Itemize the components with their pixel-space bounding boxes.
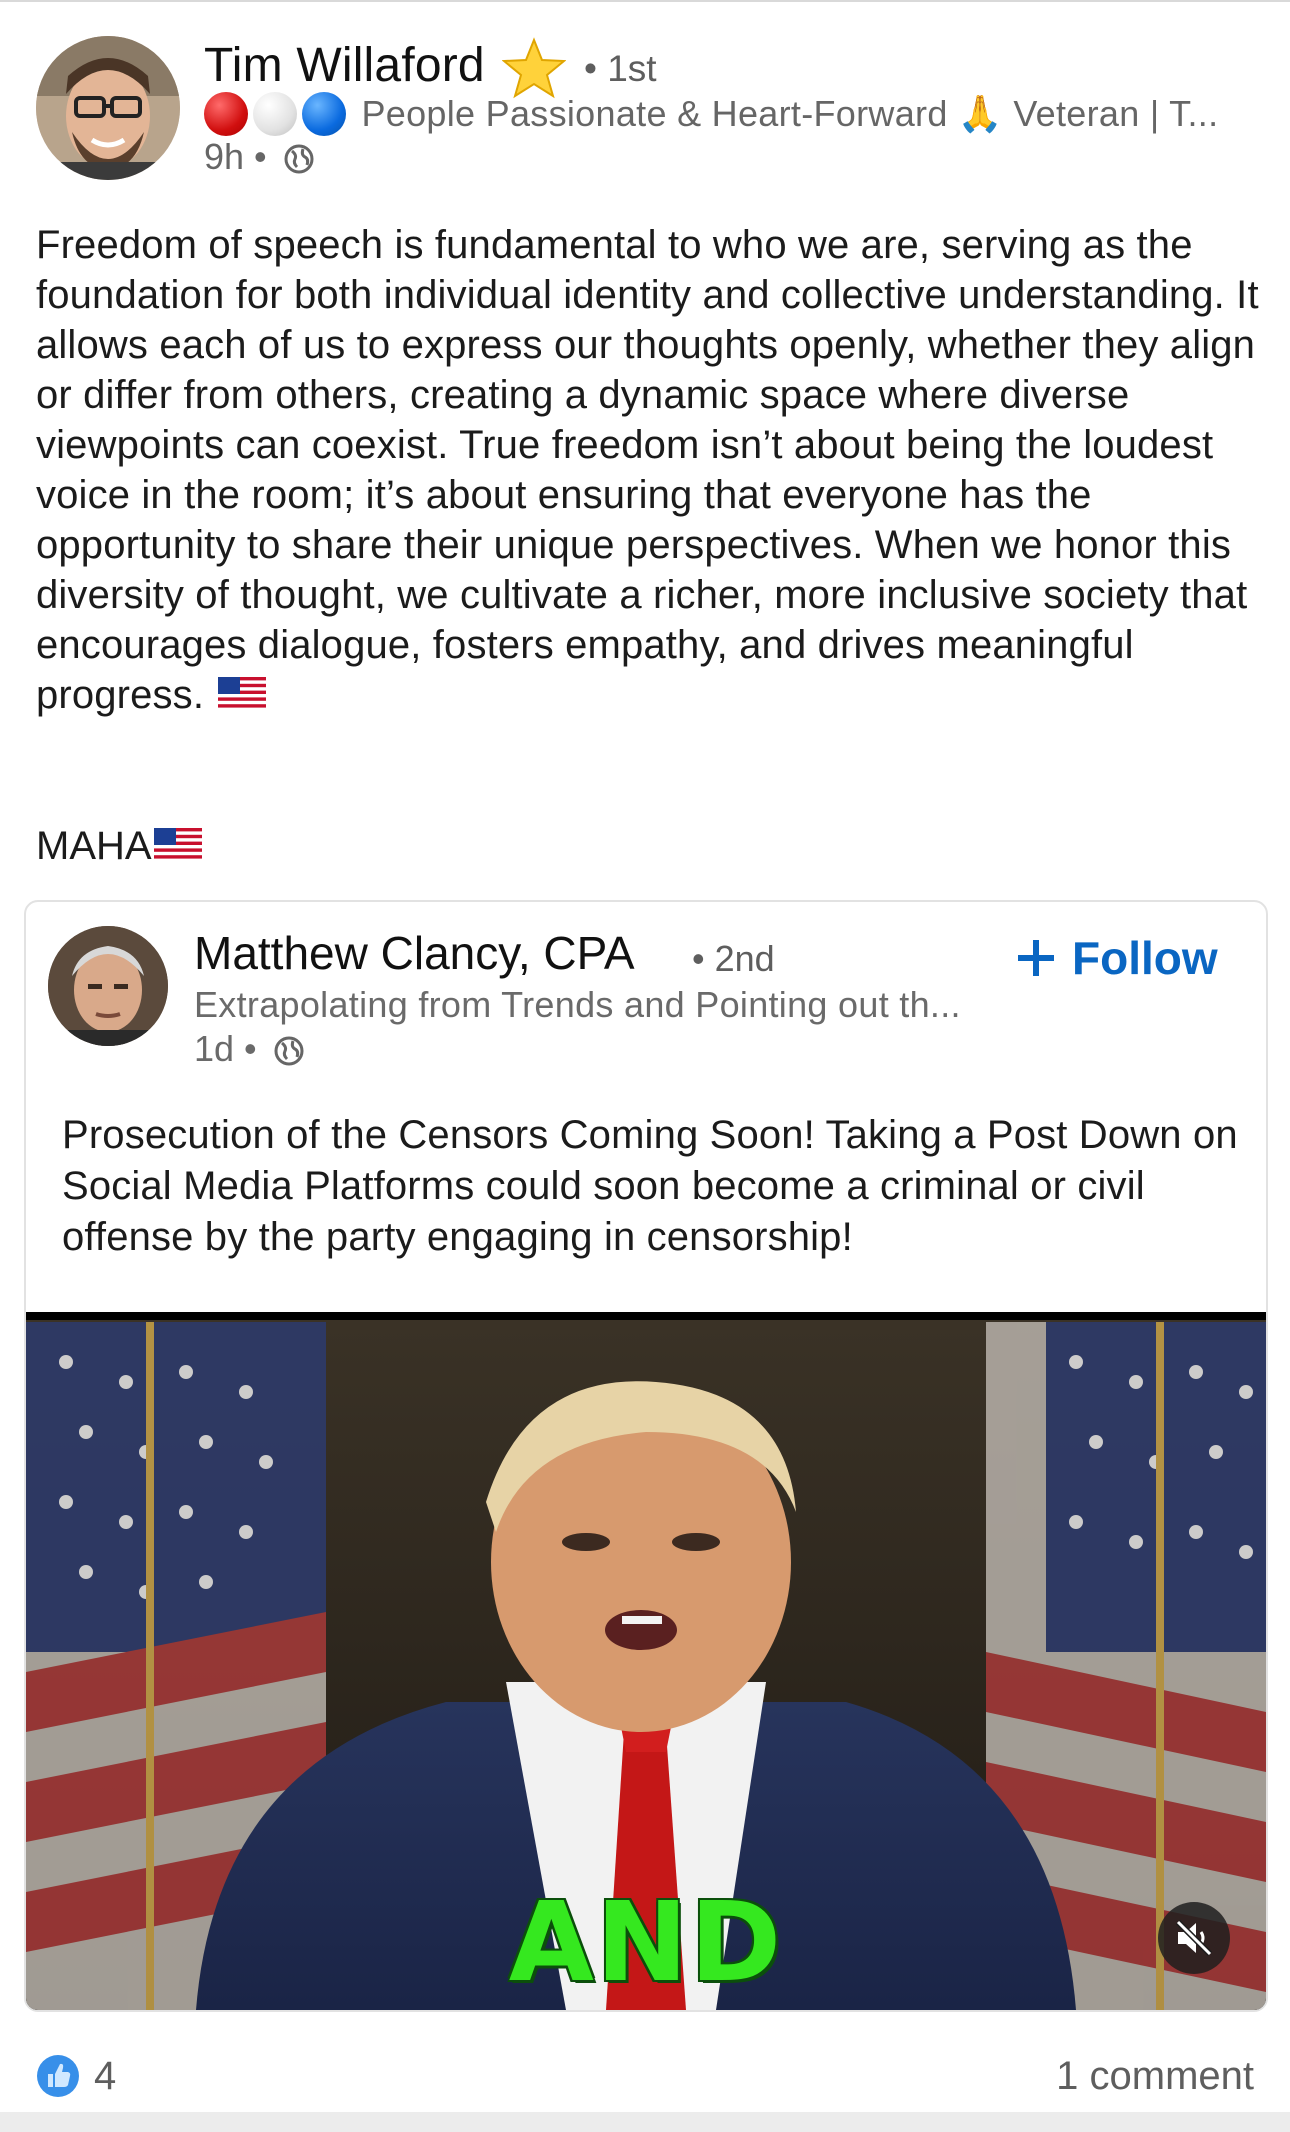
post-header: Tim Willaford • 1st People Passionate & … — [36, 36, 1266, 186]
like-icon — [37, 2055, 79, 2097]
headline-text: People Passionate & Heart-Forward 🙏 Vete… — [361, 93, 1219, 134]
reshared-post-card[interactable]: Matthew Clancy, CPA • 2nd Follow Extrapo… — [24, 900, 1268, 2012]
comments-count[interactable]: 1 comment — [1056, 2054, 1254, 2099]
reshare-author-avatar[interactable] — [48, 926, 168, 1046]
bottom-divider — [0, 2112, 1290, 2132]
author-name[interactable]: Tim Willaford — [204, 38, 485, 93]
time-label: 9h • — [204, 136, 267, 177]
video-player[interactable]: AND — [26, 1312, 1266, 2010]
reshare-author-name[interactable]: Matthew Clancy, CPA — [194, 926, 635, 980]
author-headline: People Passionate & Heart-Forward 🙏 Vete… — [204, 92, 1264, 144]
us-flag-icon — [218, 677, 267, 710]
tagline-text: MAHA — [36, 824, 152, 868]
muted-speaker-icon — [1175, 1919, 1213, 1957]
us-flag-icon — [153, 828, 202, 861]
reshare-time-label: 1d • — [194, 1028, 257, 1069]
red-circle-icon — [204, 92, 248, 136]
post-tagline: MAHA — [36, 824, 202, 869]
reactions[interactable]: 4 — [36, 2050, 116, 2102]
author-avatar[interactable] — [36, 36, 180, 180]
post-time: 9h • — [204, 136, 315, 180]
top-divider — [0, 0, 1290, 2]
post-body: Freedom of speech is fundamental to who … — [36, 220, 1266, 720]
mute-button[interactable] — [1158, 1902, 1230, 1974]
blue-circle-icon — [302, 92, 346, 136]
follow-label: Follow — [1072, 932, 1218, 984]
connection-degree: • 1st — [584, 48, 657, 89]
reshare-post-time: 1d • — [194, 1028, 305, 1070]
star-icon — [501, 36, 567, 100]
globe-icon — [274, 1036, 304, 1066]
post-body-text: Freedom of speech is fundamental to who … — [36, 223, 1259, 717]
globe-icon — [284, 144, 314, 174]
reshare-connection-degree: • 2nd — [692, 938, 775, 979]
reshare-author-headline: Extrapolating from Trends and Pointing o… — [194, 984, 961, 1025]
follow-button[interactable]: Follow — [1016, 930, 1218, 986]
white-circle-icon — [253, 92, 297, 136]
reaction-count: 4 — [94, 2053, 117, 2098]
plus-icon — [1018, 940, 1054, 976]
reshare-text: Prosecution of the Censors Coming Soon! … — [62, 1113, 1238, 1259]
video-caption: AND — [508, 1878, 784, 2006]
